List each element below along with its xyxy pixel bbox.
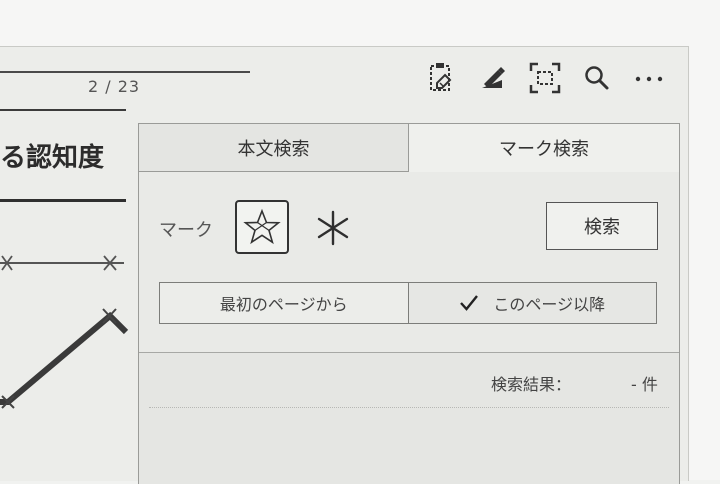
clipboard-edit-icon[interactable] [424, 61, 458, 95]
search-range-toggle: 最初のページから このページ以降 [159, 282, 657, 324]
star-mark-option[interactable] [235, 200, 289, 254]
search-button[interactable]: 検索 [546, 202, 658, 250]
mark-label: マーク [159, 220, 213, 241]
range-from-this-page[interactable]: このページ以降 [408, 282, 657, 324]
reader-screen: 2 / 23 る認知度 本文検索 マーク検索 マーク 検索 最初のページから こ… [0, 46, 689, 484]
range-from-first-page[interactable]: 最初のページから [159, 282, 409, 324]
checkmark-icon [460, 295, 479, 311]
result-separator [149, 407, 669, 408]
pen-icon[interactable] [476, 61, 510, 95]
reading-progress-line [0, 71, 250, 73]
tab-mark-search[interactable]: マーク検索 [409, 124, 679, 172]
search-results-area: 検索結果： - 件 [139, 353, 679, 484]
chart-line-series [0, 308, 129, 409]
screen-capture-icon[interactable] [528, 61, 562, 95]
range-from-this-page-label: このページ以降 [493, 295, 606, 314]
document-rule-top [0, 109, 126, 111]
chart-gridline-series [0, 255, 124, 271]
star-icon [243, 208, 281, 245]
range-from-first-page-label: 最初のページから [219, 295, 348, 314]
document-chart [0, 255, 129, 409]
asterisk-icon [317, 210, 349, 246]
toolbar [424, 61, 666, 95]
document-rule-bottom [0, 199, 126, 202]
asterisk-mark-option[interactable] [311, 206, 355, 250]
page-counter: 2 / 23 [88, 77, 141, 96]
search-icon[interactable] [580, 61, 614, 95]
more-icon[interactable] [632, 61, 666, 95]
result-count: - 件 [631, 375, 658, 394]
result-label: 検索結果： [491, 375, 572, 394]
search-panel: 本文検索 マーク検索 マーク 検索 最初のページから このページ以降 検索結果：… [138, 123, 680, 484]
tab-text-search[interactable]: 本文検索 [139, 124, 409, 172]
document-heading: る認知度 [0, 143, 105, 173]
